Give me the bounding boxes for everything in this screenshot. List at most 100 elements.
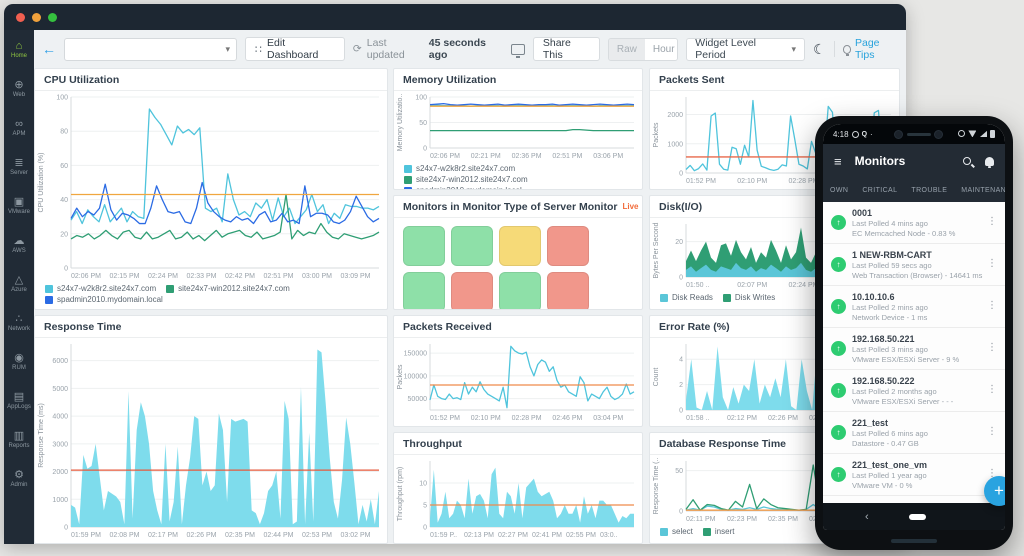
cpu-chart-legend: s24x7-w2k8r2.site24x7.comsite24x7-win201…	[35, 283, 387, 305]
sidebar-item-rum[interactable]: ◉RUM	[4, 342, 34, 381]
monitor-type-value: EC Memcached Node - 0.83 %	[852, 229, 997, 239]
svg-text:0: 0	[423, 525, 427, 532]
cpu-utilization-chart[interactable]: 02040608010002:06 PM02:15 PM02:24 PM02:3…	[35, 91, 387, 283]
svg-text:02:27 PM: 02:27 PM	[498, 532, 528, 539]
notifications-bell-icon[interactable]	[985, 157, 994, 166]
dark-mode-icon[interactable]: ☾	[813, 41, 826, 58]
monitor-tile-up[interactable]	[499, 272, 541, 310]
legend-item: insert	[703, 527, 735, 536]
dashboard-select[interactable]: ▾	[64, 38, 237, 61]
front-camera-icon	[934, 130, 943, 139]
monitor-list-item[interactable]: ↑221_testLast Polled 6 mins agoDatastore…	[823, 412, 1005, 454]
sidebar-item-home[interactable]: ⌂Home	[4, 30, 34, 69]
monitor-list-item[interactable]: ↑221_test_one_vmLast Polled 1 year agoVM…	[823, 454, 1005, 496]
monitor-tile-critical[interactable]	[547, 272, 589, 310]
share-this-label: Share This	[543, 37, 590, 61]
svg-text:1000: 1000	[667, 141, 683, 148]
monitor-list-item[interactable]: ↑10.10.10.6Last Polled 2 mins agoNetwork…	[823, 286, 1005, 328]
svg-text:02:23 PM: 02:23 PM	[727, 516, 757, 523]
sidebar-item-aws[interactable]: ☁AWS	[4, 225, 34, 264]
monitor-list-item[interactable]: ↑192.168.50.221Last Polled 3 mins agoVMw…	[823, 328, 1005, 370]
widget-level-period-select[interactable]: Widget Level Period ▾	[686, 38, 805, 61]
panel-throughput: Throughput 051001:59 P..02:13 PM02:27 PM…	[393, 432, 643, 544]
raw-segment[interactable]: Raw	[609, 39, 645, 60]
hamburger-menu-icon[interactable]: ≡	[834, 154, 842, 169]
monitor-tile-critical[interactable]	[451, 272, 493, 310]
tab-own[interactable]: OWN	[823, 178, 855, 202]
more-options-icon[interactable]: ⋮	[987, 216, 997, 227]
svg-text:0: 0	[679, 509, 683, 516]
hour-segment[interactable]: Hour	[645, 39, 678, 60]
live-badge: Live	[622, 202, 638, 211]
back-arrow-icon[interactable]: ←	[42, 41, 56, 57]
legend-label: Disk Writes	[735, 293, 775, 302]
page-tips-link[interactable]: Page Tips	[843, 37, 898, 61]
legend-label: site24x7-win2012.site24x7.com	[178, 284, 290, 293]
packets-received-chart[interactable]: 5000010000015000001:52 PM02:10 PM02:28 P…	[394, 338, 642, 425]
tab-critical[interactable]: CRITICAL	[855, 178, 904, 202]
tab-maintenance[interactable]: MAINTENANCE	[954, 178, 1005, 202]
monitor-tile-critical[interactable]	[547, 226, 589, 266]
sidebar-item-server[interactable]: ≣Server	[4, 147, 34, 186]
sidebar-item-web[interactable]: ⊕Web	[4, 69, 34, 108]
sidebar-item-reports[interactable]: ▥Reports	[4, 420, 34, 459]
sidebar-item-network[interactable]: ∴Network	[4, 303, 34, 342]
share-this-button[interactable]: Share This	[533, 37, 600, 61]
edit-dashboard-button[interactable]: ∷ Edit Dashboard	[245, 37, 345, 61]
monitor-tile-up[interactable]	[403, 226, 445, 266]
legend-label: spadmin2010.mydomain.local	[57, 295, 163, 304]
response-time-chart[interactable]: 010002000300040005000600001:59 PM02:08 P…	[35, 338, 387, 542]
more-options-icon[interactable]: ⋮	[987, 300, 997, 311]
phone-time: 4:18	[833, 130, 849, 139]
monitor-list-item[interactable]: ↑9hu772w99g.execute-api.us-east-1...⋮	[823, 496, 1005, 503]
panel-title: Database Response Time	[659, 438, 786, 450]
more-options-icon[interactable]: ⋮	[987, 342, 997, 353]
azure-icon: △	[15, 274, 23, 286]
panel-title: Disk(I/O)	[659, 201, 702, 213]
display-icon[interactable]	[511, 44, 525, 55]
monitor-tile-up[interactable]	[403, 272, 445, 310]
monitor-tile-trouble[interactable]	[499, 226, 541, 266]
throughput-chart[interactable]: 051001:59 P..02:13 PM02:27 PM02:41 PM02:…	[394, 455, 642, 542]
more-options-icon[interactable]: ⋮	[987, 258, 997, 269]
monitor-name: 221_test	[852, 417, 997, 429]
svg-text:2000: 2000	[667, 112, 683, 119]
svg-text:02:53 PM: 02:53 PM	[302, 532, 332, 539]
svg-text:02:28 PM: 02:28 PM	[512, 415, 542, 422]
phone-page-title: Monitors	[855, 154, 906, 168]
maximize-window-button[interactable]	[48, 13, 57, 22]
monitor-list-item[interactable]: ↑1 NEW-RBM-CARTLast Polled 59 secs agoWe…	[823, 244, 1005, 286]
monitor-list-item[interactable]: ↑0001Last Polled 4 mins agoEC Memcached …	[823, 202, 1005, 244]
monitor-tile-up[interactable]	[451, 226, 493, 266]
applogs-icon: ▤	[14, 391, 24, 403]
sidebar-item-vmware[interactable]: ▣VMware	[4, 186, 34, 225]
more-options-icon[interactable]: ⋮	[987, 384, 997, 395]
legend-item: site24x7-win2012.site24x7.com	[166, 284, 290, 293]
svg-text:02:35 PM: 02:35 PM	[225, 532, 255, 539]
tab-trouble[interactable]: TROUBLE	[904, 178, 954, 202]
legend-item: select	[660, 527, 693, 536]
monitor-list-item[interactable]: ↑192.168.50.222Last Polled 2 months agoV…	[823, 370, 1005, 412]
more-options-icon[interactable]: ⋮	[987, 426, 997, 437]
sidebar-item-apm[interactable]: ∞APM	[4, 108, 34, 147]
memory-utilization-chart[interactable]: 05010002:06 PM02:21 PM02:36 PM02:51 PM03…	[394, 91, 642, 163]
apm-icon: ∞	[15, 118, 23, 130]
search-icon[interactable]	[963, 157, 971, 165]
sidebar: ⌂Home⊕Web∞APM≣Server▣VMware☁AWS△Azure∴Ne…	[4, 30, 34, 544]
sidebar-item-admin[interactable]: ⚙Admin	[4, 459, 34, 498]
svg-text:02:36 PM: 02:36 PM	[512, 153, 542, 160]
svg-text:Count: Count	[653, 368, 660, 387]
svg-text:50000: 50000	[408, 396, 428, 403]
sidebar-item-applogs[interactable]: ▤AppLogs	[4, 381, 34, 420]
close-window-button[interactable]	[16, 13, 25, 22]
status-up-icon: ↑	[831, 299, 846, 314]
sidebar-item-label: Web	[13, 91, 25, 99]
nav-back-icon[interactable]: ‹	[865, 511, 869, 523]
svg-text:02:21 PM: 02:21 PM	[471, 153, 501, 160]
sidebar-item-azure[interactable]: △Azure	[4, 264, 34, 303]
front-camera-icon	[894, 130, 903, 139]
minimize-window-button[interactable]	[32, 13, 41, 22]
refresh-icon[interactable]: ⟳	[353, 43, 362, 55]
earpiece-slit	[907, 133, 931, 136]
nav-home-pill[interactable]	[909, 514, 926, 520]
